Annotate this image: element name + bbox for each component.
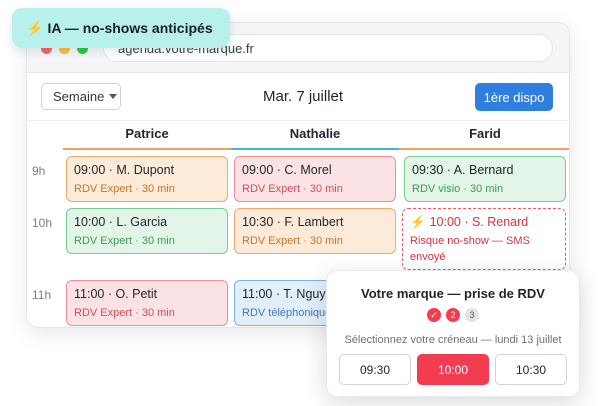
booking-subtitle: Sélectionnez votre créneau — lundi 13 ju… — [344, 334, 562, 346]
appointment-time: 09:00 · M. Dupont — [74, 163, 175, 177]
appointment-card[interactable]: 11:00 · O. Petit RDV Expert · 30 min — [66, 280, 228, 326]
appointment-time: 10:00 · L. Garcia — [74, 215, 168, 229]
lightning-icon: ⚡ — [26, 19, 44, 36]
no-show-risk-text: Risque no-show — SMS envoyé — [410, 235, 530, 263]
appointment-type: RDV Expert · 30 min — [242, 183, 343, 195]
calendar-toolbar: Semaine Mar. 7 juillet 1ère dispo — [27, 73, 569, 121]
hour-label: 11h — [32, 288, 52, 302]
appointment-time: 09:30 · A. Bernard — [412, 163, 514, 177]
ia-badge-label: IA — no-shows anticipés — [47, 20, 213, 36]
appointment-type: RDV Expert · 30 min — [242, 235, 343, 247]
appointment-card[interactable]: 10:30 · F. Lambert RDV Expert · 30 min — [234, 208, 396, 254]
step-current: 2 — [446, 308, 460, 322]
appointment-time: ⚡ 10:00 · S. Renard — [410, 215, 558, 230]
step-completed-check-icon: ✓ — [427, 308, 441, 322]
booking-steps: ✓ 2 3 — [327, 308, 579, 322]
lightning-icon: ⚡ — [410, 215, 426, 229]
time-slots: 09:30 10:00 10:30 — [339, 354, 567, 385]
column-name: Farid — [469, 126, 501, 141]
appointment-type: RDV visio · 30 min — [412, 183, 504, 195]
view-select[interactable]: Semaine — [41, 83, 121, 110]
ia-no-show-badge: ⚡ IA — no-shows anticipés — [12, 8, 230, 48]
column-color-bar — [231, 148, 399, 150]
appointment-type: RDV Expert · 30 min — [74, 307, 175, 319]
first-availability-button[interactable]: 1ère dispo — [475, 83, 553, 111]
booking-widget: Votre marque — prise de RDV ✓ 2 3 Sélect… — [326, 270, 580, 397]
booking-title: Votre marque — prise de RDV — [361, 286, 545, 301]
no-show-alert-appointment[interactable]: ⚡ 10:00 · S. Renard Risque no-show — SMS … — [402, 208, 566, 270]
stage: agenda.votre-marque.fr Semaine Mar. 7 ju… — [0, 0, 600, 406]
appointment-type: RDV Expert · 30 min — [74, 235, 175, 247]
time-slot-button[interactable]: 10:30 — [495, 354, 567, 385]
column-name: Patrice — [125, 126, 169, 141]
appointment-time: 10:30 · F. Lambert — [242, 215, 344, 229]
column-header-farid: Farid — [399, 121, 569, 150]
hour-label: 10h — [32, 216, 53, 230]
appointment-card[interactable]: 09:00 · M. Dupont RDV Expert · 30 min — [66, 156, 228, 202]
appointment-card[interactable]: 10:00 · L. Garcia RDV Expert · 30 min — [66, 208, 228, 254]
current-date: Mar. 7 juillet — [263, 88, 344, 105]
appointment-type: RDV Expert · 30 min — [74, 183, 175, 195]
column-color-bar — [399, 148, 569, 150]
appointment-card[interactable]: 09:30 · A. Bernard RDV visio · 30 min — [404, 156, 566, 202]
column-header-nathalie: Nathalie — [231, 121, 399, 150]
appointment-time: 11:00 · O. Petit — [74, 287, 158, 301]
column-name: Nathalie — [289, 126, 341, 141]
column-color-bar — [63, 148, 231, 150]
step-upcoming: 3 — [465, 308, 479, 322]
hour-label: 9h — [32, 164, 46, 178]
appointment-time: 09:00 · C. Morel — [242, 163, 332, 177]
view-select-label: Semaine — [53, 89, 105, 104]
column-header-patrice: Patrice — [63, 121, 231, 150]
caret-down-icon — [109, 94, 118, 99]
appointment-time-text: 10:00 · S. Renard — [429, 215, 529, 229]
appointment-card[interactable]: 09:00 · C. Morel RDV Expert · 30 min — [234, 156, 396, 202]
time-slot-button-selected[interactable]: 10:00 — [417, 354, 489, 385]
time-slot-button[interactable]: 09:30 — [339, 354, 411, 385]
